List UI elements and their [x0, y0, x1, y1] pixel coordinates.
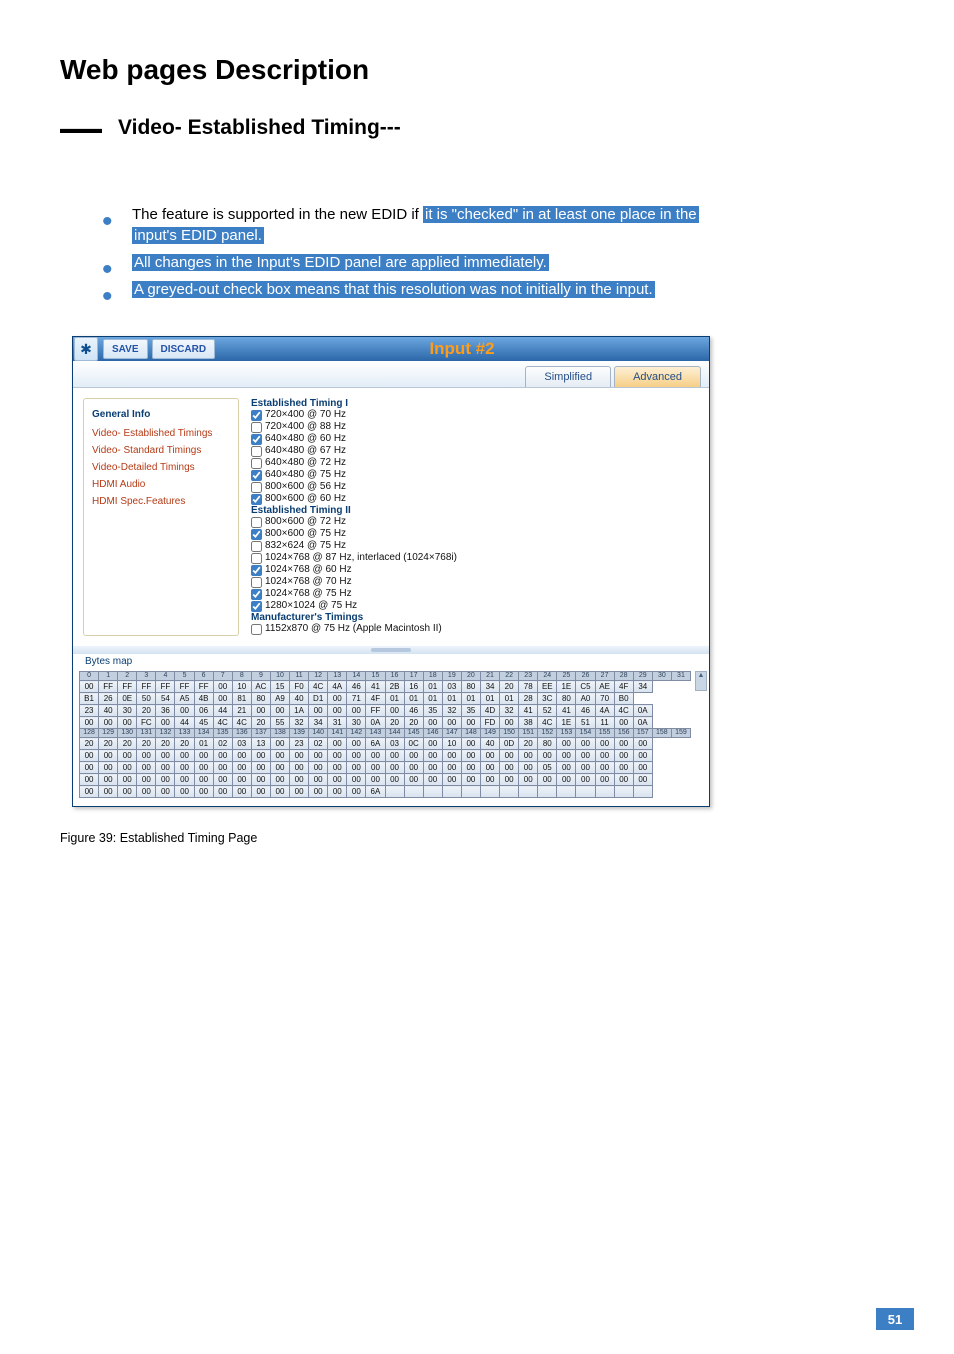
timing-option[interactable]: 1024×768 @ 75 Hz — [251, 588, 701, 600]
nav-item-spec[interactable]: HDMI Spec.Features — [92, 496, 230, 507]
timing-checkbox[interactable] — [251, 529, 262, 540]
timing-checkbox[interactable] — [251, 494, 262, 505]
page-number: 51 — [876, 1308, 914, 1330]
timing-checkbox[interactable] — [251, 470, 262, 481]
timing-option[interactable]: 1152x870 @ 75 Hz (Apple Macintosh II) — [251, 623, 701, 635]
page-heading: Web pages Description — [60, 54, 894, 86]
timing-checkbox[interactable] — [251, 517, 262, 528]
section-title: Video- Established Timing--- — [118, 116, 401, 140]
titlebar: ✱ SAVE DISCARD Input #2 — [73, 337, 709, 361]
timing-label: 640×480 @ 75 Hz — [265, 469, 346, 481]
figure-caption: Figure 39: Established Timing Page — [60, 831, 894, 845]
timing-checkbox[interactable] — [251, 422, 262, 433]
timing-label: 1024×768 @ 70 Hz — [265, 576, 352, 588]
category-panel: General Info Video- Established Timings … — [83, 398, 239, 636]
timing-label: 800×600 @ 72 Hz — [265, 516, 346, 528]
timing-label: 800×600 @ 60 Hz — [265, 493, 346, 505]
scroll-up-icon[interactable] — [695, 671, 707, 691]
splitter[interactable] — [73, 646, 709, 654]
timing-option[interactable]: 640×480 @ 60 Hz — [251, 433, 701, 445]
timing-option[interactable]: 800×600 @ 72 Hz — [251, 516, 701, 528]
grip-icon — [371, 648, 411, 652]
timing-label: 832×624 @ 75 Hz — [265, 540, 346, 552]
nav-item-std[interactable]: Video- Standard Timings — [92, 445, 230, 456]
timing-label: 1152x870 @ 75 Hz (Apple Macintosh II) — [265, 623, 442, 635]
timing-checkbox[interactable] — [251, 553, 262, 564]
est-heading-2: Established Timing II — [251, 505, 701, 516]
nav-item-audio[interactable]: HDMI Audio — [92, 479, 230, 490]
timing-option[interactable]: 720×400 @ 70 Hz — [251, 409, 701, 421]
nav-header: General Info — [92, 409, 230, 420]
timing-label: 800×600 @ 75 Hz — [265, 528, 346, 540]
est-heading-3: Manufacturer's Timings — [251, 612, 701, 623]
tab-bar: Simplified Advanced — [73, 361, 709, 388]
timing-checkbox[interactable] — [251, 589, 262, 600]
timing-option[interactable]: 640×480 @ 67 Hz — [251, 445, 701, 457]
timing-label: 640×480 @ 67 Hz — [265, 445, 346, 457]
timing-panel: Established Timing I 720×400 @ 70 Hz720×… — [249, 388, 709, 646]
app-icon: ✱ — [74, 337, 98, 361]
section-strip: — Video- Established Timing--- — [60, 116, 894, 140]
timing-label: 720×400 @ 70 Hz — [265, 409, 346, 421]
timing-option[interactable]: 800×600 @ 60 Hz — [251, 493, 701, 505]
timing-checkbox[interactable] — [251, 577, 262, 588]
timing-option[interactable]: 1024×768 @ 87 Hz, interlaced (1024×768i) — [251, 552, 701, 564]
timing-label: 720×400 @ 88 Hz — [265, 421, 346, 433]
tab-advanced[interactable]: Advanced — [614, 366, 701, 387]
timing-option[interactable]: 1024×768 @ 70 Hz — [251, 576, 701, 588]
timing-label: 1024×768 @ 75 Hz — [265, 588, 352, 600]
window-title: Input #2 — [215, 339, 709, 359]
nav-item-est[interactable]: Video- Established Timings — [92, 428, 230, 439]
bytes-label: Bytes map — [73, 654, 709, 669]
timing-checkbox[interactable] — [251, 434, 262, 445]
bytes-map: 0123456789101112131415161718192021222324… — [73, 669, 709, 806]
save-button[interactable]: SAVE — [103, 339, 148, 359]
timing-checkbox[interactable] — [251, 482, 262, 493]
dash-icon: — — [60, 122, 102, 135]
timing-checkbox[interactable] — [251, 565, 262, 576]
tab-simplified[interactable]: Simplified — [525, 366, 611, 387]
timing-checkbox[interactable] — [251, 410, 262, 421]
note-item: All changes in the Input's EDID panel ar… — [102, 252, 894, 273]
timing-option[interactable]: 720×400 @ 88 Hz — [251, 421, 701, 433]
nav-item-det[interactable]: Video-Detailed Timings — [92, 462, 230, 473]
timing-option[interactable]: 832×624 @ 75 Hz — [251, 540, 701, 552]
timing-option[interactable]: 640×480 @ 72 Hz — [251, 457, 701, 469]
note-item: The feature is supported in the new EDID… — [102, 204, 894, 246]
note-item: A greyed-out check box means that this r… — [102, 279, 894, 300]
timing-label: 640×480 @ 72 Hz — [265, 457, 346, 469]
timing-checkbox[interactable] — [251, 541, 262, 552]
timing-option[interactable]: 800×600 @ 56 Hz — [251, 481, 701, 493]
app-window: ✱ SAVE DISCARD Input #2 Simplified Advan… — [72, 336, 710, 807]
timing-option[interactable]: 1024×768 @ 60 Hz — [251, 564, 701, 576]
timing-checkbox[interactable] — [251, 446, 262, 457]
notes-list: The feature is supported in the new EDID… — [102, 204, 894, 300]
timing-label: 640×480 @ 60 Hz — [265, 433, 346, 445]
timing-option[interactable]: 640×480 @ 75 Hz — [251, 469, 701, 481]
timing-option[interactable]: 800×600 @ 75 Hz — [251, 528, 701, 540]
timing-checkbox[interactable] — [251, 458, 262, 469]
timing-label: 1024×768 @ 87 Hz, interlaced (1024×768i) — [265, 552, 457, 564]
timing-label: 1280×1024 @ 75 Hz — [265, 600, 357, 612]
discard-button[interactable]: DISCARD — [152, 339, 216, 359]
est-heading-1: Established Timing I — [251, 398, 701, 409]
bytes-table: 0123456789101112131415161718192021222324… — [79, 671, 691, 798]
timing-label: 800×600 @ 56 Hz — [265, 481, 346, 493]
timing-checkbox[interactable] — [251, 624, 262, 635]
timing-option[interactable]: 1280×1024 @ 75 Hz — [251, 600, 701, 612]
timing-label: 1024×768 @ 60 Hz — [265, 564, 352, 576]
timing-checkbox[interactable] — [251, 601, 262, 612]
